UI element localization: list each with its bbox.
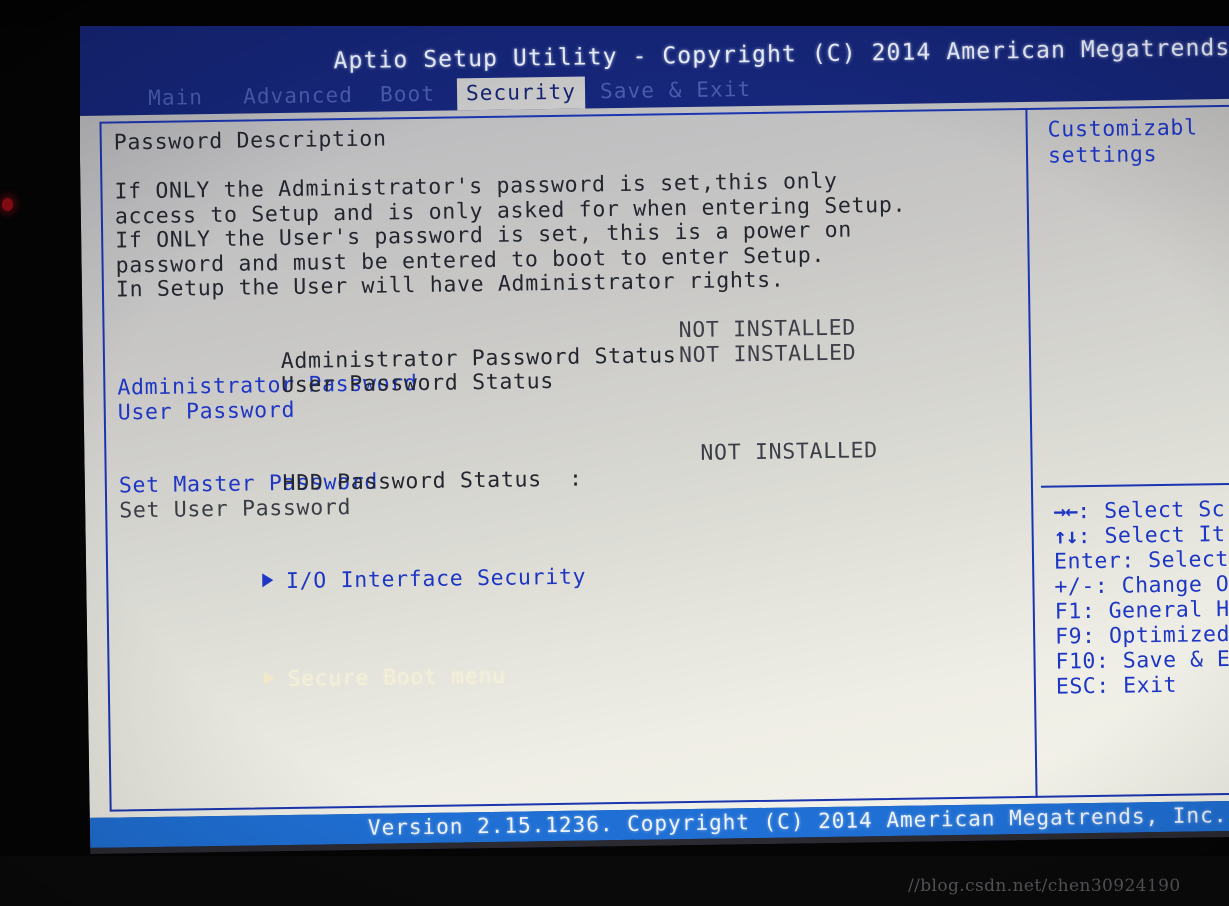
power-led-indicator <box>2 198 13 211</box>
user-password-status-label: User Password Status <box>280 368 555 399</box>
hdd-password-status-label: HDD Password Status : <box>282 466 583 497</box>
triangle-right-icon <box>263 671 275 686</box>
submenu-io-interface-security[interactable]: I/O Interface Security <box>98 535 1021 622</box>
key-legend-f1: F1: General H <box>1054 596 1229 625</box>
tab-advanced[interactable]: Advanced <box>234 80 362 114</box>
watermark-text: //blog.csdn.net/chen30924190 <box>908 876 1181 896</box>
photograph-of-bios-screen: Aptio Setup Utility - Copyright (C) 2014… <box>0 0 1229 906</box>
key-legend-plus-minus: +/-: Change O <box>1054 571 1229 600</box>
key-legend-f9: F9: Optimized <box>1055 621 1229 650</box>
monitor-bezel-top <box>0 0 1229 26</box>
submenu-secure-boot-menu-label: Secure Boot menu <box>287 663 506 692</box>
tab-boot[interactable]: Boot <box>371 79 444 112</box>
tab-save-and-exit[interactable]: Save & Exit <box>591 74 761 109</box>
monitor-screen: Aptio Setup Utility - Copyright (C) 2014… <box>78 5 1229 854</box>
key-legend-select-item-label: : Select It <box>1077 522 1226 550</box>
tab-main[interactable]: Main <box>139 82 212 115</box>
key-legend-f10: F10: Save & E <box>1055 646 1229 675</box>
monitor-bezel-left <box>0 0 80 906</box>
setup-body: Password Description If ONLY the Adminis… <box>79 97 1229 818</box>
administrator-password-status-value: NOT INSTALLED <box>678 315 857 344</box>
submenu-secure-boot-menu[interactable]: Secure Boot menu <box>99 633 1022 720</box>
hdd-password-status-value: NOT INSTALLED <box>700 437 878 466</box>
left-right-arrow-icon: →← <box>1053 499 1078 525</box>
up-down-arrow-icon: ↑↓ <box>1053 524 1078 550</box>
help-line-1: Customizabl <box>1047 115 1198 143</box>
bios-screen: Aptio Setup Utility - Copyright (C) 2014… <box>78 5 1229 854</box>
tab-security[interactable]: Security <box>456 76 586 111</box>
key-legend-select-screen-label: : Select Sc <box>1077 497 1226 525</box>
help-panel: Customizabl settings <box>1047 114 1229 170</box>
user-password-status-value: NOT INSTALLED <box>678 339 857 368</box>
submenu-io-interface-security-label: I/O Interface Security <box>285 564 587 594</box>
help-line-2: settings <box>1047 142 1158 169</box>
key-legend-select-item: ↑↓: Select It <box>1054 521 1229 550</box>
key-legend-esc: ESC: Exit <box>1055 672 1178 700</box>
security-settings-panel: Password Description If ONLY the Adminis… <box>114 118 1023 719</box>
key-legend-select-screen: →←: Select Sc <box>1053 496 1229 525</box>
key-legend-enter: Enter: Select <box>1053 546 1229 575</box>
triangle-right-icon <box>261 573 274 588</box>
key-legend: →←: Select Sc ↑↓: Select It Enter: Selec… <box>1053 496 1229 700</box>
